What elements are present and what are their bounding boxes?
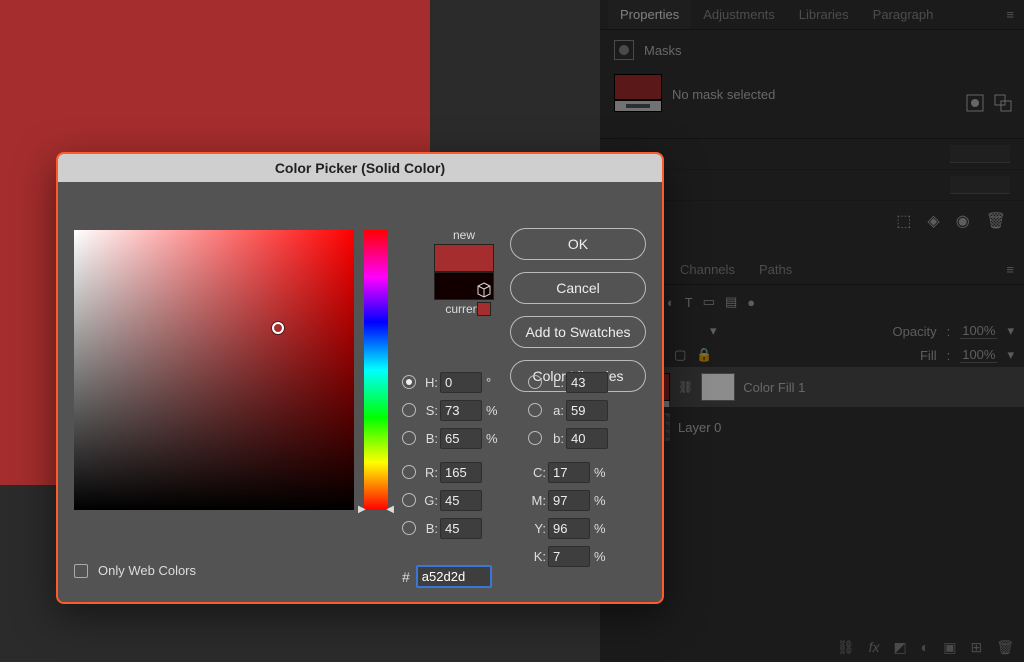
new-color-label: new xyxy=(404,228,524,242)
layer-thumbnail[interactable] xyxy=(614,74,662,114)
cancel-button[interactable]: Cancel xyxy=(510,272,646,304)
radio-h[interactable] xyxy=(402,375,416,389)
filter-type-icon[interactable]: T xyxy=(685,295,693,310)
link-layers-icon[interactable]: ⛓ xyxy=(837,639,855,656)
m-input[interactable] xyxy=(548,490,590,511)
h-input[interactable] xyxy=(440,372,482,393)
link-mask-icon[interactable]: ⛓ xyxy=(678,380,693,394)
gamut-warning-icon[interactable] xyxy=(476,282,492,298)
current-color-label: current xyxy=(404,302,524,316)
radio-l[interactable] xyxy=(528,375,542,389)
radio-b-rgb[interactable] xyxy=(402,521,416,535)
filter-dot-icon[interactable]: ● xyxy=(747,295,755,310)
tab-properties[interactable]: Properties xyxy=(608,0,691,29)
filter-smart-icon[interactable]: ▤ xyxy=(725,294,737,310)
r-input[interactable] xyxy=(440,462,482,483)
saturation-value-field[interactable] xyxy=(74,230,354,510)
add-vector-mask-icon[interactable] xyxy=(994,94,1012,112)
delete-mask-icon[interactable]: 🗑 xyxy=(986,211,1006,231)
layer-mask-thumbnail[interactable] xyxy=(701,373,735,401)
tab-channels[interactable]: Channels xyxy=(668,255,747,284)
dialog-title: Color Picker (Solid Color) xyxy=(58,154,662,182)
layers-bottom-toolbar: ⛓ fx ◩ ◐ ▣ ⊞ 🗑 xyxy=(837,639,1014,656)
mask-message: No mask selected xyxy=(672,87,775,102)
hex-hash-label: # xyxy=(402,569,410,585)
opacity-value[interactable]: 100% xyxy=(960,323,997,339)
adjustment-layer-icon[interactable]: ◐ xyxy=(921,639,929,656)
feather-value[interactable] xyxy=(950,176,1010,194)
tab-libraries[interactable]: Libraries xyxy=(787,0,861,29)
only-web-colors-label: Only Web Colors xyxy=(98,563,196,578)
hue-slider[interactable] xyxy=(364,230,388,510)
tab-paths[interactable]: Paths xyxy=(747,255,804,284)
b-rgb-input[interactable] xyxy=(440,518,482,539)
add-mask-icon[interactable]: ◩ xyxy=(894,639,907,656)
l-input[interactable] xyxy=(566,372,608,393)
layer-name[interactable]: Color Fill 1 xyxy=(743,380,805,395)
radio-b-hsb[interactable] xyxy=(402,431,416,445)
color-picker-dialog: Color Picker (Solid Color) ▶ ◀ new curren… xyxy=(56,152,664,604)
filter-shape-icon[interactable]: ▭ xyxy=(703,294,715,310)
b-lab-input[interactable] xyxy=(566,428,608,449)
properties-section-label: Masks xyxy=(644,43,682,58)
g-input[interactable] xyxy=(440,490,482,511)
s-input[interactable] xyxy=(440,400,482,421)
properties-tabstrip: Properties Adjustments Libraries Paragra… xyxy=(600,0,1024,30)
a-input[interactable] xyxy=(566,400,608,421)
new-color-swatch[interactable] xyxy=(434,244,494,272)
lock-all-icon[interactable]: 🔒 xyxy=(696,347,712,363)
mask-type-icon xyxy=(614,40,634,60)
fill-value[interactable]: 100% xyxy=(960,347,997,363)
tab-adjustments[interactable]: Adjustments xyxy=(691,0,787,29)
add-to-swatches-button[interactable]: Add to Swatches xyxy=(510,316,646,348)
properties-panel: Masks No mask selected xyxy=(600,30,1024,139)
select-mask-icon[interactable]: ⬚ xyxy=(896,211,911,231)
panel-menu-icon[interactable]: ≡ xyxy=(996,0,1024,29)
c-input[interactable] xyxy=(548,462,590,483)
color-value-fields: H:° L: S:% a: B:% b: R: C:% G: M:% B: Y:… xyxy=(402,368,654,570)
lock-artboard-icon[interactable]: ▢ xyxy=(674,347,686,363)
radio-b-lab[interactable] xyxy=(528,431,542,445)
ok-button[interactable]: OK xyxy=(510,228,646,260)
add-pixel-mask-icon[interactable] xyxy=(966,94,984,112)
trash-icon[interactable]: 🗑 xyxy=(996,639,1014,656)
hex-input[interactable] xyxy=(416,565,492,588)
only-web-colors-checkbox[interactable] xyxy=(74,564,88,578)
hue-arrow-right-icon: ◀ xyxy=(386,504,394,515)
k-input[interactable] xyxy=(548,546,590,567)
layer-name[interactable]: Layer 0 xyxy=(678,420,721,435)
radio-g[interactable] xyxy=(402,493,416,507)
sv-cursor[interactable] xyxy=(272,322,284,334)
fx-icon[interactable]: fx xyxy=(869,639,880,656)
tab-paragraph[interactable]: Paragraph xyxy=(861,0,946,29)
invert-mask-icon[interactable]: ◈ xyxy=(927,211,939,231)
hue-arrow-left-icon: ▶ xyxy=(358,504,366,515)
fill-label: Fill xyxy=(920,348,937,363)
filter-adjust-icon[interactable]: ◐ xyxy=(667,295,675,310)
y-input[interactable] xyxy=(548,518,590,539)
websafe-swatch[interactable] xyxy=(477,302,491,316)
radio-a[interactable] xyxy=(528,403,542,417)
opacity-label: Opacity xyxy=(893,324,937,339)
new-layer-icon[interactable]: ⊞ xyxy=(970,639,982,656)
group-icon[interactable]: ▣ xyxy=(943,639,956,656)
b-hsb-input[interactable] xyxy=(440,428,482,449)
toggle-mask-icon[interactable]: ◉ xyxy=(956,211,970,231)
density-value[interactable] xyxy=(950,145,1010,163)
radio-r[interactable] xyxy=(402,465,416,479)
radio-s[interactable] xyxy=(402,403,416,417)
layers-menu-icon[interactable]: ≡ xyxy=(996,255,1024,284)
